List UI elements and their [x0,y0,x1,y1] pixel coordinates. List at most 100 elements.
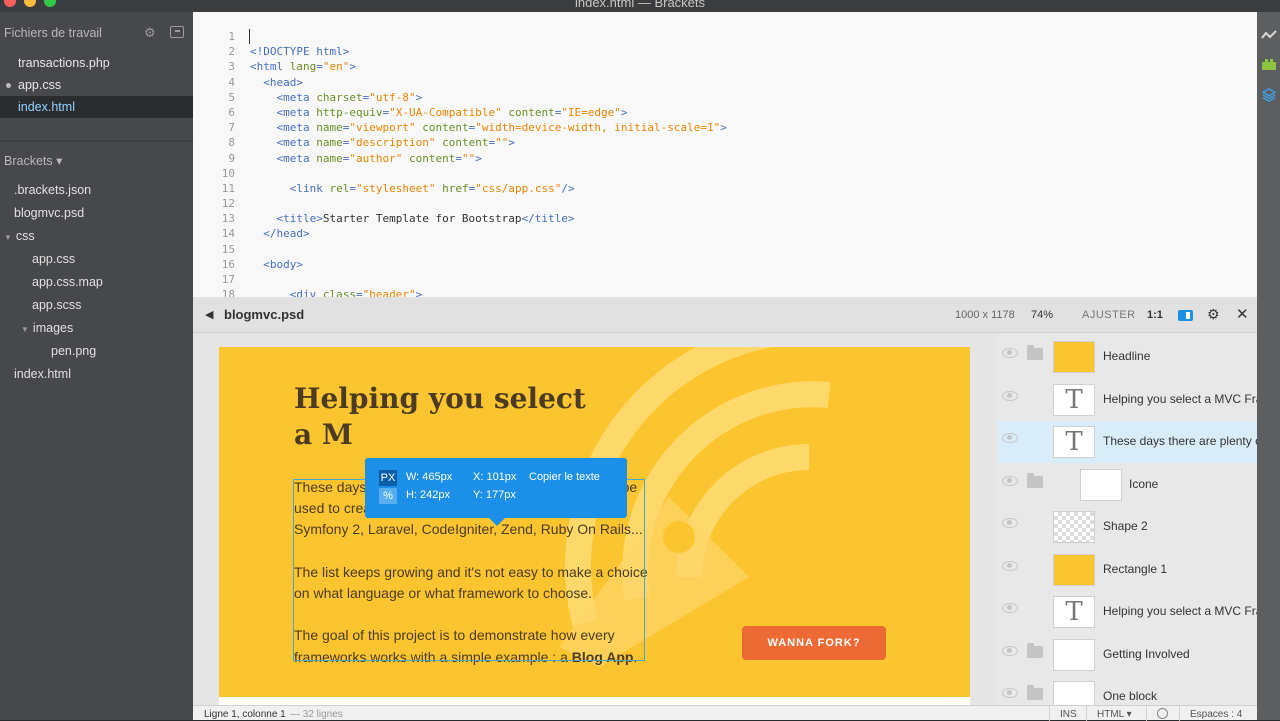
tree-file[interactable]: app.css [32,249,75,269]
working-file-item[interactable]: app.css [0,74,193,96]
code-line[interactable]: <meta http-equiv="X-UA-Compatible" conte… [250,105,727,120]
code-line[interactable]: <meta charset="utf-8"> [250,90,727,105]
eye-icon[interactable] [1002,348,1018,358]
eye-icon[interactable] [1002,603,1018,613]
tree-file[interactable]: blogmvc.psd [14,203,84,223]
layers-panel-toggle-icon[interactable] [1178,310,1193,321]
working-file-item[interactable]: transactions.php [0,52,193,74]
actual-size-button[interactable]: 1:1 [1147,309,1163,321]
px-unit-toggle[interactable]: PX [379,470,397,486]
line-number: 14 [221,227,235,241]
canvas-white-strip [219,697,970,705]
eye-icon[interactable] [1002,560,1018,571]
eye-icon[interactable] [1002,475,1018,486]
insert-mode-toggle[interactable]: INS [1060,709,1077,720]
code-token: <meta [276,151,317,165]
wanna-fork-button[interactable]: WANNA FORK? [742,626,886,660]
code-token: "viewport" [349,121,416,135]
eye-icon[interactable] [1002,688,1018,698]
eye-icon[interactable] [1002,518,1018,528]
eye-icon[interactable] [1002,433,1018,443]
code-token: charset [316,90,363,104]
tree-file[interactable]: app.css.map [32,272,103,292]
sidebar: Fichiers de travail ⚙ transactions.php a… [0,12,193,720]
zoom-level[interactable]: 74% [1031,309,1053,321]
linter-status-icon[interactable] [1157,708,1168,719]
tree-folder-images[interactable]: ▼ images [21,318,73,338]
layer-row[interactable]: Rectangle 1 [998,549,1257,591]
code-line[interactable]: <meta name="author" content=""> [250,151,727,166]
canvas-headline: Helping you select a M [294,381,586,453]
code-line[interactable] [250,29,727,44]
cursor-position: Ligne 1, colonne 1 [204,709,286,720]
folder-icon [1027,472,1043,488]
code-line[interactable]: </head> [250,226,727,241]
code-token: "stylesheet" [356,181,436,195]
sidebar-divider [0,140,193,142]
working-file-item-active[interactable]: index.html [0,96,193,118]
layer-row[interactable]: Getting Involved [998,634,1257,676]
layer-name: Getting Involved [1103,646,1190,661]
tree-file[interactable]: pen.png [51,341,96,361]
code-token: content [442,136,489,150]
tree-file[interactable]: .brackets.json [14,180,91,200]
image-dimensions: 1000 x 1178 [955,309,1015,321]
code-token: <body> [263,257,303,271]
code-line[interactable]: <link rel="stylesheet" href="css/app.css… [250,181,727,196]
code-line[interactable]: <body> [250,257,727,272]
language-selector[interactable]: HTML ▾ [1097,709,1132,720]
code-token: > [475,151,482,165]
code-token: <head> [263,75,303,89]
fit-button[interactable]: AJUSTER [1082,309,1136,321]
code-line[interactable]: <meta name="description" content=""> [250,135,727,150]
layer-row[interactable]: Headline [998,336,1257,378]
code-content[interactable]: <!DOCTYPE html> <html lang="en"> <head> <… [250,29,727,297]
line-number: 17 [221,273,235,286]
layer-row[interactable]: Shape 2 [998,506,1257,548]
indent-setting[interactable]: Espaces : 4 [1190,709,1242,720]
code-token: <meta [276,136,317,150]
layer-row[interactable]: Icone [998,464,1257,506]
code-line[interactable]: <!DOCTYPE html> [250,44,727,59]
copy-text-link[interactable]: Copier le texte [529,471,600,483]
code-token: = [349,181,356,195]
percent-unit-toggle[interactable]: % [379,488,397,504]
tree-folder-css[interactable]: ▼ css [4,226,35,246]
layer-row[interactable]: T Helping you select a MVC Fram [998,379,1257,421]
gear-icon[interactable]: ⚙ [1207,306,1220,323]
gear-icon[interactable]: ⚙ [144,25,156,41]
code-line[interactable]: <html lang="en"> [250,59,727,74]
extension-manager-icon[interactable] [1261,57,1277,71]
code-token: http-equiv [316,105,383,119]
project-dropdown[interactable]: Brackets ▾ [4,153,62,168]
layer-thumbnail [1053,638,1095,671]
code-line[interactable]: <title>Starter Template for Bootstrap</t… [250,211,727,226]
code-line[interactable] [250,166,727,181]
tree-file[interactable]: app.scss [32,295,81,315]
eye-icon[interactable] [1002,645,1018,656]
live-preview-icon[interactable] [1261,28,1277,42]
layers-stack-icon[interactable] [1261,88,1277,102]
code-line[interactable]: <head> [250,75,727,90]
code-line[interactable] [250,196,727,211]
eye-icon[interactable] [1002,390,1018,401]
layer-row-selected[interactable]: T These days there are plenty of [998,421,1257,463]
psd-canvas[interactable]: Helping you select a M These days there … [219,347,970,697]
layer-row[interactable]: T Helping you select a MVC Fram [998,591,1257,633]
split-view-icon[interactable] [170,26,184,38]
close-icon[interactable]: ✕ [1236,305,1249,323]
code-line[interactable] [250,272,727,287]
text-layer-icon: T [1053,426,1095,458]
layer-row[interactable]: One block [998,676,1257,705]
code-line[interactable]: <meta name="viewport" content="width=dev… [250,120,727,135]
code-line[interactable] [250,242,727,257]
collapse-arrow-icon[interactable]: ◀ [205,308,213,321]
tree-file[interactable]: index.html [14,364,71,384]
code-editor[interactable]: 1 2 3 4 5 6 7 8 9 10 11 12 13 14 15 16 17 18 <!DOCTYPE ht… [193,12,1257,297]
code-line[interactable]: <div class="header"> [250,287,727,297]
